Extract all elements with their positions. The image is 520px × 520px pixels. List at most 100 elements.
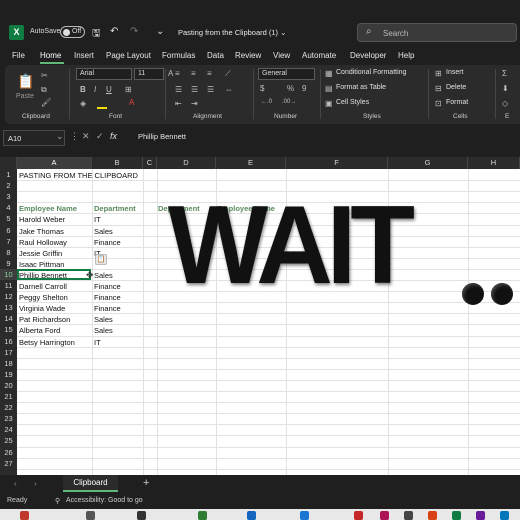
tab-formulas[interactable]: Formulas	[162, 51, 195, 60]
document-title[interactable]: Pasting from the Clipboard (1) ⌄	[178, 28, 286, 37]
number-format-dropdown[interactable]: General	[258, 68, 315, 80]
row-header-19[interactable]: 19	[0, 369, 17, 380]
merge-center-icon[interactable]: ⇔	[225, 85, 233, 94]
comma-style-icon[interactable]: 9	[302, 84, 306, 93]
row-header-7[interactable]: 7	[0, 236, 17, 247]
align-top-icon[interactable]: ≡	[175, 69, 180, 78]
column-header-f[interactable]: F	[286, 157, 388, 169]
column-header-b[interactable]: B	[92, 157, 143, 169]
align-left-icon[interactable]: ☰	[175, 85, 182, 94]
department-cell[interactable]: Sales	[92, 226, 113, 237]
delete-button[interactable]: Delete	[446, 84, 466, 91]
formula-input[interactable]: Phillip Bennett	[138, 132, 186, 141]
borders-icon[interactable]: ⊞	[125, 85, 132, 94]
employee-name-cell[interactable]: Alberta Ford	[17, 325, 60, 336]
row-header-23[interactable]: 23	[0, 413, 17, 424]
taskbar-app-icon[interactable]	[404, 511, 413, 520]
row-header-27[interactable]: 27	[0, 458, 17, 469]
currency-icon[interactable]: $	[260, 84, 264, 93]
row-header-26[interactable]: 26	[0, 447, 17, 458]
row-header-2[interactable]: 2	[0, 180, 17, 191]
format-as-table-button[interactable]: Format as Table	[336, 84, 386, 91]
tab-insert[interactable]: Insert	[74, 51, 94, 60]
next-sheet-icon[interactable]: ›	[34, 479, 37, 488]
insert-function-icon[interactable]: fx	[110, 131, 117, 141]
bold-icon[interactable]: B	[80, 85, 86, 94]
department-cell[interactable]: Finance	[92, 281, 121, 292]
tab-review[interactable]: Review	[235, 51, 261, 60]
cancel-icon[interactable]: ✕	[82, 131, 90, 142]
taskbar-app-icon[interactable]	[354, 511, 363, 520]
fill-color-icon[interactable]: ◈	[80, 99, 86, 108]
paste-icon[interactable]: 📋	[17, 73, 34, 90]
autosave-toggle[interactable]: Off	[60, 26, 85, 38]
tab-data[interactable]: Data	[207, 51, 224, 60]
row-header-9[interactable]: 9	[0, 258, 17, 269]
employee-name-cell[interactable]: Peggy Shelton	[17, 292, 68, 303]
row-header-11[interactable]: 11	[0, 280, 17, 291]
decrease-decimal-icon[interactable]: .00→	[282, 99, 296, 105]
row-header-5[interactable]: 5	[0, 213, 17, 224]
taskbar-app-icon[interactable]	[300, 511, 309, 520]
tab-home[interactable]: Home	[40, 51, 61, 60]
row-header-20[interactable]: 20	[0, 380, 17, 391]
row-header-21[interactable]: 21	[0, 391, 17, 402]
accessibility-icon[interactable]: ⚲	[55, 497, 60, 505]
column-header-e[interactable]: E	[216, 157, 286, 169]
department-cell[interactable]: Finance	[92, 303, 121, 314]
tab-help[interactable]: Help	[398, 51, 414, 60]
taskbar-app-icon[interactable]	[380, 511, 389, 520]
select-all-button[interactable]	[0, 157, 17, 169]
row-header-24[interactable]: 24	[0, 424, 17, 435]
undo-icon[interactable]: ↶	[110, 26, 118, 37]
department-cell[interactable]: Sales	[92, 314, 113, 325]
search-box[interactable]: ⌕ Search	[357, 23, 517, 42]
taskbar-app-icon[interactable]	[20, 511, 29, 520]
department-cell[interactable]	[92, 259, 94, 270]
row-header-4[interactable]: 4	[0, 202, 17, 213]
autosum-icon[interactable]: Σ	[502, 69, 507, 78]
sheet-tab-clipboard[interactable]: Clipboard	[63, 475, 118, 492]
previous-sheet-icon[interactable]: ‹	[14, 479, 17, 488]
employee-name-cell[interactable]: Jessie Griffin	[17, 248, 62, 259]
tab-page-layout[interactable]: Page Layout	[106, 51, 151, 60]
row-header-25[interactable]: 25	[0, 435, 17, 446]
row-header-18[interactable]: 18	[0, 358, 17, 369]
selected-cell-a10[interactable]	[17, 269, 91, 280]
employee-name-cell[interactable]: Harold Weber	[17, 214, 65, 225]
row-header-16[interactable]: 16	[0, 336, 17, 347]
italic-icon[interactable]: I	[94, 85, 96, 94]
column-header-c[interactable]: C	[143, 157, 157, 169]
taskbar-app-icon[interactable]	[247, 511, 256, 520]
enter-icon[interactable]: ✓	[96, 131, 104, 142]
tab-view[interactable]: View	[273, 51, 290, 60]
taskbar-app-icon[interactable]	[198, 511, 207, 520]
format-button[interactable]: Format	[446, 99, 468, 106]
taskbar-app-icon[interactable]	[428, 511, 437, 520]
row-header-12[interactable]: 12	[0, 291, 17, 302]
paste-options-icon[interactable]: 📋	[95, 254, 107, 265]
column-header-g[interactable]: G	[388, 157, 468, 169]
redo-icon[interactable]: ↷	[130, 26, 138, 37]
taskbar-app-icon[interactable]	[86, 511, 95, 520]
taskbar-app-icon[interactable]	[137, 511, 146, 520]
percent-icon[interactable]: %	[287, 84, 294, 93]
row-header-10[interactable]: 10	[0, 268, 17, 280]
font-color-icon[interactable]: A	[129, 98, 134, 107]
orientation-icon[interactable]: ⟋	[225, 69, 231, 79]
paste-label[interactable]: Paste	[16, 93, 34, 100]
employee-name-cell[interactable]: Raul Holloway	[17, 237, 67, 248]
fill-icon[interactable]: ⬇	[502, 84, 509, 93]
font-size-dropdown[interactable]: 11	[134, 68, 164, 80]
column-header-d[interactable]: D	[157, 157, 216, 169]
department-cell[interactable]: Sales	[92, 325, 113, 336]
row-header-13[interactable]: 13	[0, 302, 17, 313]
increase-decimal-icon[interactable]: ←.0	[261, 99, 272, 105]
insert-button[interactable]: Insert	[446, 69, 464, 76]
row-header-22[interactable]: 22	[0, 402, 17, 413]
row-header-6[interactable]: 6	[0, 225, 17, 236]
row-header-14[interactable]: 14	[0, 313, 17, 324]
employee-name-cell[interactable]: Darnell Carroll	[17, 281, 67, 292]
employee-name-cell[interactable]: Betsy Harrington	[17, 337, 75, 348]
save-icon[interactable]: 🖫	[92, 26, 101, 43]
